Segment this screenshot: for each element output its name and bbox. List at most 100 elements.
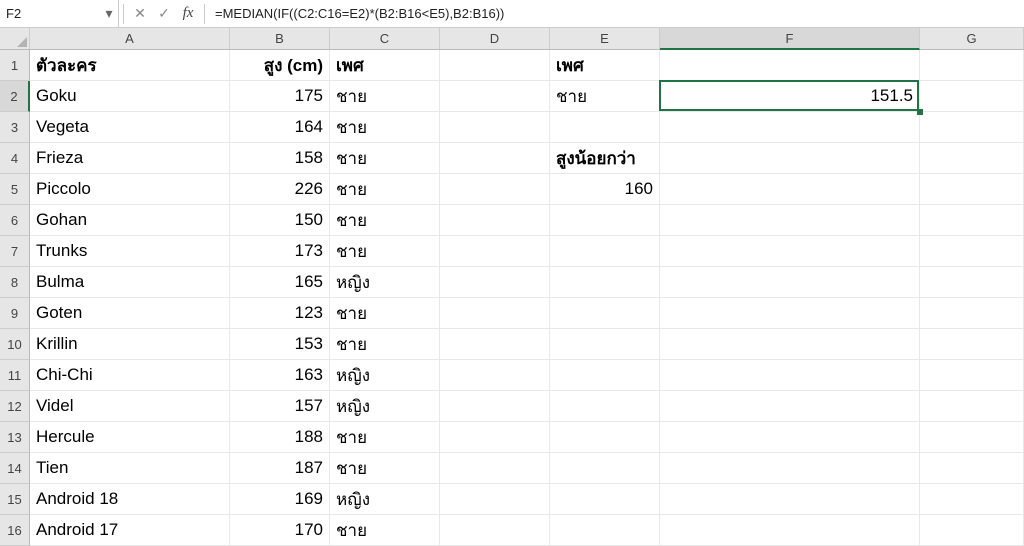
- row-header-11[interactable]: 11: [0, 360, 30, 391]
- cell-B10[interactable]: 153: [230, 329, 330, 360]
- cell-F8[interactable]: [660, 267, 920, 298]
- row-header-4[interactable]: 4: [0, 143, 30, 174]
- cell-B2[interactable]: 175: [230, 81, 330, 112]
- cell-G7[interactable]: [920, 236, 1024, 267]
- cell-E10[interactable]: [550, 329, 660, 360]
- cell-B1[interactable]: สูง (cm): [230, 50, 330, 81]
- cell-D5[interactable]: [440, 174, 550, 205]
- formula-input[interactable]: [209, 1, 1024, 27]
- accept-formula-button[interactable]: ✓: [152, 2, 176, 26]
- cell-E8[interactable]: [550, 267, 660, 298]
- cell-F12[interactable]: [660, 391, 920, 422]
- cell-G16[interactable]: [920, 515, 1024, 546]
- cell-G11[interactable]: [920, 360, 1024, 391]
- cell-D11[interactable]: [440, 360, 550, 391]
- cell-G5[interactable]: [920, 174, 1024, 205]
- cell-G10[interactable]: [920, 329, 1024, 360]
- cell-C6[interactable]: ชาย: [330, 205, 440, 236]
- cell-E16[interactable]: [550, 515, 660, 546]
- row-header-5[interactable]: 5: [0, 174, 30, 205]
- cell-C11[interactable]: หญิง: [330, 360, 440, 391]
- row-header-14[interactable]: 14: [0, 453, 30, 484]
- cell-A8[interactable]: Bulma: [30, 267, 230, 298]
- cell-C5[interactable]: ชาย: [330, 174, 440, 205]
- cell-E11[interactable]: [550, 360, 660, 391]
- cell-A13[interactable]: Hercule: [30, 422, 230, 453]
- cell-F4[interactable]: [660, 143, 920, 174]
- cell-B4[interactable]: 158: [230, 143, 330, 174]
- cell-A12[interactable]: Videl: [30, 391, 230, 422]
- row-header-8[interactable]: 8: [0, 267, 30, 298]
- cell-D10[interactable]: [440, 329, 550, 360]
- row-header-3[interactable]: 3: [0, 112, 30, 143]
- cell-E13[interactable]: [550, 422, 660, 453]
- cell-G9[interactable]: [920, 298, 1024, 329]
- col-header-G[interactable]: G: [920, 28, 1024, 50]
- cell-G6[interactable]: [920, 205, 1024, 236]
- row-header-15[interactable]: 15: [0, 484, 30, 515]
- cell-B12[interactable]: 157: [230, 391, 330, 422]
- cell-E2[interactable]: ชาย: [550, 81, 660, 112]
- row-header-2[interactable]: 2: [0, 81, 30, 112]
- row-header-6[interactable]: 6: [0, 205, 30, 236]
- cell-C7[interactable]: ชาย: [330, 236, 440, 267]
- cell-G13[interactable]: [920, 422, 1024, 453]
- cell-G12[interactable]: [920, 391, 1024, 422]
- cell-F2[interactable]: 151.5: [660, 81, 920, 112]
- row-header-13[interactable]: 13: [0, 422, 30, 453]
- name-box[interactable]: [0, 1, 100, 27]
- row-header-7[interactable]: 7: [0, 236, 30, 267]
- cell-B5[interactable]: 226: [230, 174, 330, 205]
- cell-E12[interactable]: [550, 391, 660, 422]
- cell-C14[interactable]: ชาย: [330, 453, 440, 484]
- cell-E14[interactable]: [550, 453, 660, 484]
- cell-E15[interactable]: [550, 484, 660, 515]
- cell-F15[interactable]: [660, 484, 920, 515]
- cell-G3[interactable]: [920, 112, 1024, 143]
- cell-D7[interactable]: [440, 236, 550, 267]
- cell-C15[interactable]: หญิง: [330, 484, 440, 515]
- cell-B6[interactable]: 150: [230, 205, 330, 236]
- cell-C10[interactable]: ชาย: [330, 329, 440, 360]
- cell-C9[interactable]: ชาย: [330, 298, 440, 329]
- cell-D6[interactable]: [440, 205, 550, 236]
- cell-D12[interactable]: [440, 391, 550, 422]
- cell-D15[interactable]: [440, 484, 550, 515]
- cell-A2[interactable]: Goku: [30, 81, 230, 112]
- cell-A6[interactable]: Gohan: [30, 205, 230, 236]
- cell-F1[interactable]: [660, 50, 920, 81]
- cell-C12[interactable]: หญิง: [330, 391, 440, 422]
- cell-E7[interactable]: [550, 236, 660, 267]
- cell-G2[interactable]: [920, 81, 1024, 112]
- cell-G1[interactable]: [920, 50, 1024, 81]
- cell-B7[interactable]: 173: [230, 236, 330, 267]
- col-header-D[interactable]: D: [440, 28, 550, 50]
- cell-C13[interactable]: ชาย: [330, 422, 440, 453]
- cell-F11[interactable]: [660, 360, 920, 391]
- cell-E4[interactable]: สูงน้อยกว่า: [550, 143, 660, 174]
- cell-B14[interactable]: 187: [230, 453, 330, 484]
- cell-D16[interactable]: [440, 515, 550, 546]
- cell-C8[interactable]: หญิง: [330, 267, 440, 298]
- cell-F5[interactable]: [660, 174, 920, 205]
- cell-E9[interactable]: [550, 298, 660, 329]
- cell-G14[interactable]: [920, 453, 1024, 484]
- name-box-dropdown[interactable]: ▾: [100, 5, 118, 22]
- cell-F3[interactable]: [660, 112, 920, 143]
- cell-B16[interactable]: 170: [230, 515, 330, 546]
- cell-C2[interactable]: ชาย: [330, 81, 440, 112]
- cell-B3[interactable]: 164: [230, 112, 330, 143]
- spreadsheet-grid[interactable]: A B C D E F G 1 ตัวละคร สูง (cm) เพศ เพศ…: [0, 28, 1024, 546]
- cell-F10[interactable]: [660, 329, 920, 360]
- cell-F9[interactable]: [660, 298, 920, 329]
- cell-D4[interactable]: [440, 143, 550, 174]
- cell-F7[interactable]: [660, 236, 920, 267]
- cell-C4[interactable]: ชาย: [330, 143, 440, 174]
- cell-G8[interactable]: [920, 267, 1024, 298]
- row-header-9[interactable]: 9: [0, 298, 30, 329]
- col-header-C[interactable]: C: [330, 28, 440, 50]
- cell-A14[interactable]: Tien: [30, 453, 230, 484]
- cell-C1[interactable]: เพศ: [330, 50, 440, 81]
- cell-D9[interactable]: [440, 298, 550, 329]
- cell-E1[interactable]: เพศ: [550, 50, 660, 81]
